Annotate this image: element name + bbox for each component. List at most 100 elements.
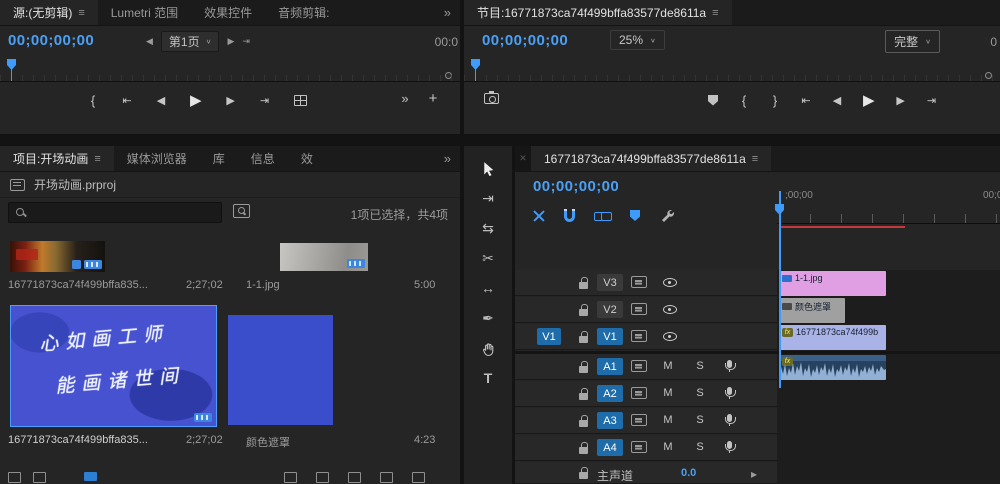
step-back-button[interactable]: ◀ [832,94,842,107]
bin-item-name[interactable]: 16771873ca74f499bffa835... [8,279,148,291]
prev-page-button[interactable]: ◀ [146,36,153,47]
next-page-button[interactable]: ▶ [227,36,234,47]
source-zoom-handle[interactable] [445,72,452,79]
bin-item-thumbnail[interactable] [10,241,105,272]
voiceover-mic-icon[interactable] [724,414,736,426]
sync-lock-icon[interactable] [631,303,647,315]
go-to-out-button[interactable]: ⇥ [927,94,937,107]
ripple-edit-tool[interactable]: ⇆ [464,214,512,244]
program-scrubber[interactable] [464,56,1000,82]
track-target-a3[interactable]: A3 [597,412,623,429]
hand-tool[interactable] [464,334,512,364]
mute-button[interactable]: M [661,414,675,426]
sync-lock-icon[interactable] [631,414,647,426]
transport-more-chevron[interactable]: » [400,91,410,106]
tab-effects[interactable]: 效 [288,146,326,171]
lock-icon[interactable] [579,388,588,400]
lock-icon[interactable] [579,415,588,427]
page-jump-button[interactable]: ⇥ [242,36,250,47]
sync-lock-icon[interactable] [631,330,647,342]
panel-menu-icon[interactable]: ≡ [78,7,84,19]
search-box[interactable] [8,202,222,223]
source-timecode[interactable]: 00;00;00;00 [8,32,94,49]
insert-overwrite-icon[interactable] [533,210,545,222]
export-frame-icon[interactable] [293,94,307,106]
voiceover-mic-icon[interactable] [724,387,736,399]
tab-libraries[interactable]: 库 [200,146,238,171]
track-output-eye-icon[interactable] [663,305,677,314]
panel-menu-icon[interactable]: ≡ [752,153,758,165]
master-level-value[interactable]: 0.0 [681,467,696,479]
list-view-icon[interactable] [8,472,21,483]
timeline-clip-a1[interactable]: fx [779,355,886,380]
go-to-in-button[interactable]: ⇤ [801,94,811,107]
slip-tool[interactable]: ↔ [464,274,512,304]
bin-item-thumbnail[interactable] [280,243,368,271]
icon-view-icon[interactable] [33,472,46,483]
new-item-icon[interactable] [380,472,393,483]
bin-item-name[interactable]: 颜色遮罩 [246,434,290,450]
tab-sequence[interactable]: 16771873ca74f499bffa83577de8611a ≡ [531,146,772,171]
trash-icon[interactable] [412,472,425,483]
track-target-a2[interactable]: A2 [597,385,623,402]
timeline-clip-v1[interactable]: fx 16771873ca74f499b [779,325,886,350]
solo-button[interactable]: S [693,387,707,399]
timeline-clip-v2[interactable]: 颜色遮罩 [779,298,845,323]
snap-icon[interactable] [564,208,575,222]
new-bin-icon[interactable] [348,472,361,483]
tab-overflow-chevron[interactable]: » [435,146,460,171]
zoom-slider-handle[interactable] [84,472,97,481]
tab-media-browser[interactable]: 媒体浏览器 [114,146,200,171]
linked-selection-icon[interactable] [594,210,612,221]
voiceover-mic-icon[interactable] [724,441,736,453]
search-input[interactable] [32,205,214,220]
automate-to-sequence-icon[interactable] [284,472,297,483]
solo-button[interactable]: S [693,441,707,453]
timeline-clip-v3[interactable]: 1-1.jpg [779,271,886,296]
voiceover-mic-icon[interactable] [724,360,736,372]
program-timecode[interactable]: 00;00;00;00 [482,32,568,49]
timeline-playhead-line[interactable] [779,191,781,388]
go-to-out-button[interactable]: ⇥ [260,94,270,107]
solo-button[interactable]: S [693,360,707,372]
selection-tool[interactable] [464,154,512,184]
step-forward-button[interactable]: ▶ [226,94,236,107]
mute-button[interactable]: M [661,441,675,453]
lock-icon[interactable] [579,361,588,373]
tab-project[interactable]: 项目:开场动画 ≡ [0,146,114,171]
track-target-v3[interactable]: V3 [597,274,623,291]
razor-tool[interactable]: ✂ [464,244,512,274]
bin-item-name[interactable]: 16771873ca74f499bffa835... [8,434,148,446]
page-select[interactable]: 第1页 ∨ [160,31,220,52]
tab-info[interactable]: 信息 [238,146,288,171]
go-to-in-button[interactable]: ⇤ [122,94,132,107]
panel-menu-icon[interactable]: ≡ [712,7,718,19]
tab-audio-clip-mixer[interactable]: 音频剪辑: [265,0,342,25]
track-target-a4[interactable]: A4 [597,439,623,456]
playback-quality-select[interactable]: 完整 ∨ [885,30,940,53]
next-keyframe-icon[interactable]: ▸ [751,467,757,481]
type-tool[interactable]: T [464,364,512,394]
bin-item-thumbnail[interactable] [228,315,333,425]
step-forward-button[interactable]: ▶ [896,94,906,107]
tab-effect-controls[interactable]: 效果控件 [191,0,265,25]
lock-icon[interactable] [579,442,588,454]
source-patch-v1[interactable]: V1 [537,328,561,345]
panel-menu-icon[interactable]: ≡ [94,153,100,165]
search-bin-icon[interactable] [233,204,250,218]
lock-icon[interactable] [579,467,588,479]
play-button[interactable]: ▶ [863,91,875,109]
mute-button[interactable]: M [661,360,675,372]
step-back-button[interactable]: ◀ [156,94,166,107]
track-target-v2[interactable]: V2 [597,301,623,318]
track-output-eye-icon[interactable] [663,278,677,287]
tab-overflow-chevron[interactable]: » [435,0,460,25]
pen-tool[interactable]: ✒ [464,304,512,334]
sync-lock-icon[interactable] [631,276,647,288]
tab-program[interactable]: 节目:16771873ca74f499bffa83577de8611a ≡ [464,0,732,25]
add-marker-icon[interactable] [708,94,718,106]
track-select-tool[interactable]: ⇥ [464,184,512,214]
tab-source[interactable]: 源:(无剪辑) ≡ [0,0,98,25]
add-marker-icon[interactable] [630,210,640,221]
track-target-a1[interactable]: A1 [597,358,623,375]
